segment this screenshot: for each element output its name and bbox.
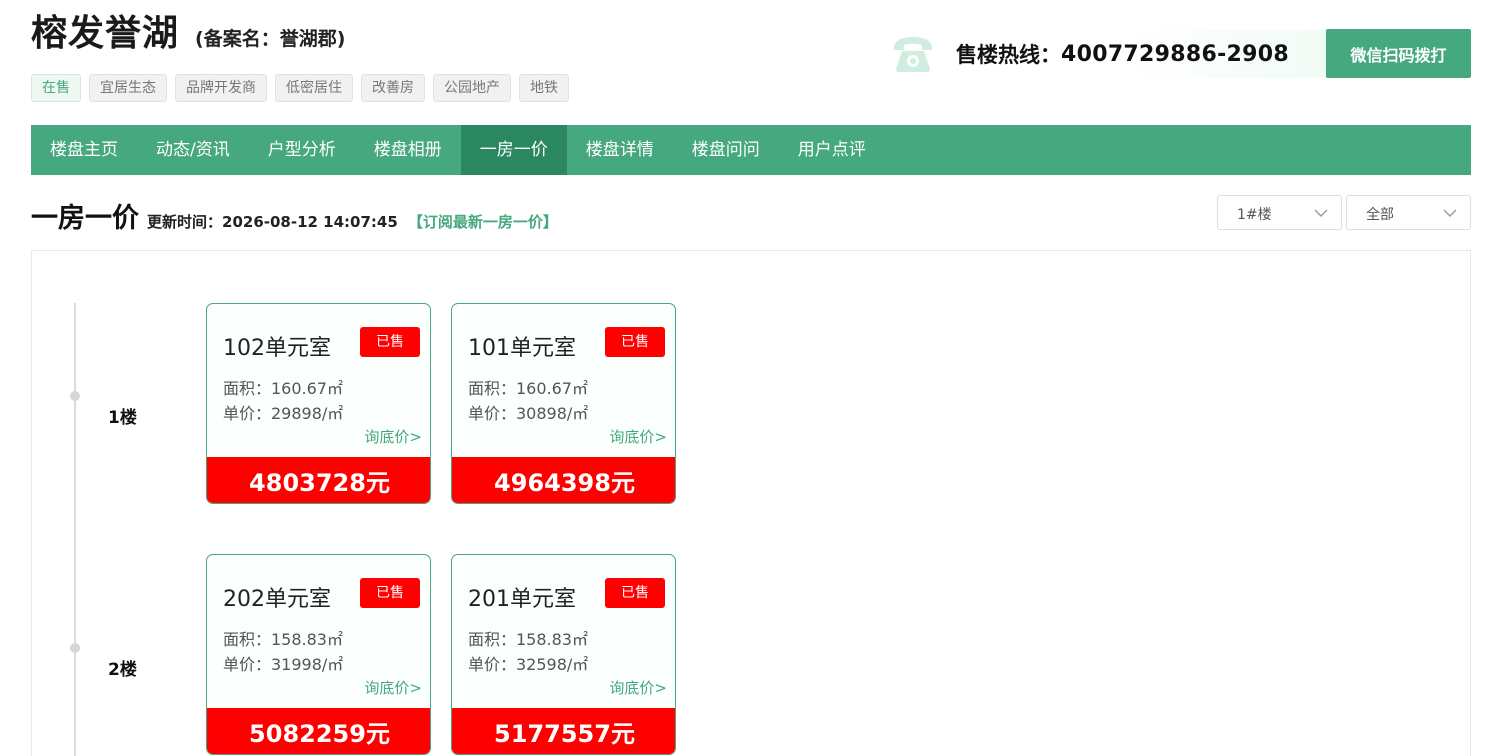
hotline-box: 售楼热线： 4007729886-2908 xyxy=(956,30,1370,78)
section-title: 一房一价 xyxy=(31,203,139,234)
status-badge: 已售 xyxy=(360,327,420,357)
status-badge: 已售 xyxy=(605,327,665,357)
ask-lowest-price-link[interactable]: 询底价> xyxy=(364,677,422,698)
update-time: 2026-08-12 14:07:45 xyxy=(222,213,398,231)
unit-card[interactable]: 102单元室 已售 面积：160.67㎡ 单价：29898/㎡ 询底价> 480… xyxy=(206,303,431,504)
unit-area: 面积：158.83㎡ xyxy=(223,630,343,649)
ask-lowest-price-link[interactable]: 询底价> xyxy=(364,426,422,447)
status-badge: 已售 xyxy=(605,578,665,608)
unit-room: 202单元室 xyxy=(223,587,331,612)
hotline-label: 售楼热线： xyxy=(956,43,1061,67)
update-label: 更新时间： xyxy=(147,213,223,231)
phone-icon xyxy=(890,32,936,76)
unit-room: 201单元室 xyxy=(468,587,576,612)
tag-brand-developer: 品牌开发商 xyxy=(175,74,267,102)
project-title: 榕发誉湖 xyxy=(31,13,180,54)
unit-card[interactable]: 202单元室 已售 面积：158.83㎡ 单价：31998/㎡ 询底价> 508… xyxy=(206,554,431,755)
chevron-down-icon xyxy=(1443,209,1457,217)
unit-price-panel: 1楼 102单元室 已售 面积：160.67㎡ 单价：29898/㎡ 询底价> … xyxy=(31,250,1471,756)
timeline-dot xyxy=(70,391,80,401)
scope-select[interactable]: 全部 xyxy=(1346,195,1471,230)
building-select-value: 1#楼 xyxy=(1237,207,1272,223)
unit-total-price: 5177557元 xyxy=(452,708,675,754)
unit-price: 单价：31998/㎡ xyxy=(223,655,344,674)
nav-news[interactable]: 动态/资讯 xyxy=(137,125,249,175)
wechat-scan-call-button[interactable]: 微信扫码拨打 xyxy=(1326,29,1471,78)
nav-floor-plans[interactable]: 户型分析 xyxy=(249,125,355,175)
unit-area: 面积：160.67㎡ xyxy=(223,379,343,398)
ask-lowest-price-link[interactable]: 询底价> xyxy=(609,677,667,698)
tag-ecology: 宜居生态 xyxy=(89,74,167,102)
unit-room: 102单元室 xyxy=(223,336,331,361)
chevron-down-icon xyxy=(1314,209,1328,217)
timeline-dot xyxy=(70,643,80,653)
unit-area: 面积：158.83㎡ xyxy=(468,630,588,649)
unit-total-price: 5082259元 xyxy=(207,708,430,754)
tag-park: 公园地产 xyxy=(433,74,511,102)
unit-card[interactable]: 201单元室 已售 面积：158.83㎡ 单价：32598/㎡ 询底价> 517… xyxy=(451,554,676,755)
project-tags: 在售 宜居生态 品牌开发商 低密居住 改善房 公园地产 地铁 xyxy=(31,74,569,102)
unit-room: 101单元室 xyxy=(468,336,576,361)
tag-low-density: 低密居住 xyxy=(275,74,353,102)
nav-unit-prices[interactable]: 一房一价 xyxy=(460,125,567,175)
unit-price: 单价：32598/㎡ xyxy=(468,655,589,674)
unit-price: 单价：30898/㎡ xyxy=(468,404,589,423)
nav-album[interactable]: 楼盘相册 xyxy=(355,125,461,175)
nav-home[interactable]: 楼盘主页 xyxy=(31,125,137,175)
nav-qa[interactable]: 楼盘问问 xyxy=(673,125,779,175)
nav-reviews[interactable]: 用户点评 xyxy=(779,125,885,175)
subscribe-link[interactable]: 【订阅最新一房一价】 xyxy=(408,211,558,232)
floor-label: 1楼 xyxy=(108,408,137,428)
floor-label: 2楼 xyxy=(108,660,137,680)
unit-card[interactable]: 101单元室 已售 面积：160.67㎡ 单价：30898/㎡ 询底价> 496… xyxy=(451,303,676,504)
sales-hotline: 售楼热线： 4007729886-2908 xyxy=(890,30,1370,78)
nav-details[interactable]: 楼盘详情 xyxy=(567,125,673,175)
building-select[interactable]: 1#楼 xyxy=(1217,195,1342,230)
unit-area: 面积：160.67㎡ xyxy=(468,379,588,398)
unit-total-price: 4964398元 xyxy=(452,457,675,503)
record-name: (备案名：誉湖郡) xyxy=(195,28,346,50)
page-header-title: 榕发誉湖 (备案名：誉湖郡) xyxy=(31,4,345,56)
section-header: 一房一价 更新时间： 2026-08-12 14:07:45 【订阅最新一房一价… xyxy=(31,196,558,235)
hotline-number[interactable]: 4007729886-2908 xyxy=(1061,42,1289,67)
unit-total-price: 4803728元 xyxy=(207,457,430,503)
project-nav: 楼盘主页 动态/资讯 户型分析 楼盘相册 一房一价 楼盘详情 楼盘问问 用户点评 xyxy=(31,125,1471,175)
tag-on-sale: 在售 xyxy=(31,74,81,102)
status-badge: 已售 xyxy=(360,578,420,608)
tag-metro: 地铁 xyxy=(519,74,569,102)
ask-lowest-price-link[interactable]: 询底价> xyxy=(609,426,667,447)
tag-upgrade: 改善房 xyxy=(361,74,425,102)
scope-select-value: 全部 xyxy=(1366,207,1394,223)
timeline-line xyxy=(74,303,76,756)
unit-price: 单价：29898/㎡ xyxy=(223,404,344,423)
